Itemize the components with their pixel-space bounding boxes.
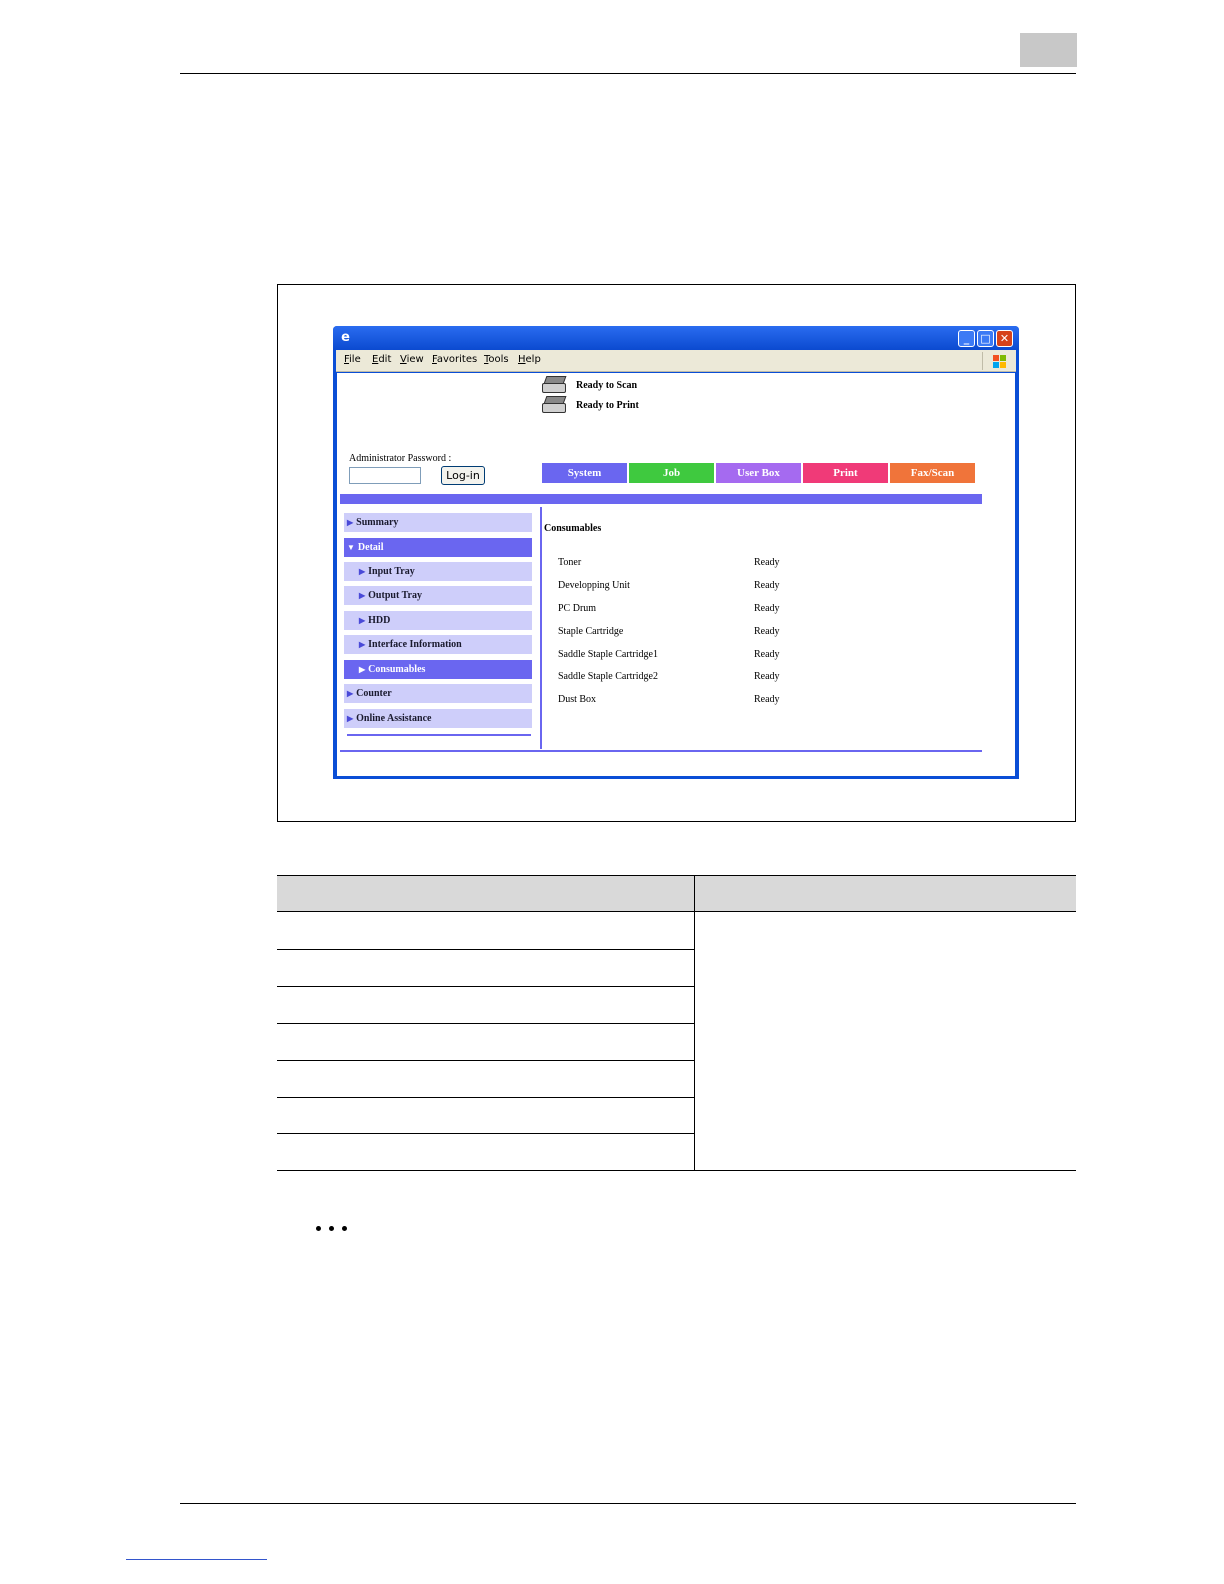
menu-help[interactable]: Help <box>518 354 541 365</box>
triangle-right-icon: ▶ <box>359 616 366 625</box>
triangle-down-icon: ▼ <box>347 543 355 552</box>
tab-system[interactable]: System <box>542 463 627 483</box>
login-button[interactable]: Log-in <box>441 466 485 485</box>
vertical-divider <box>540 507 542 749</box>
menu-edit[interactable]: Edit <box>372 354 391 365</box>
menu-tools[interactable]: Tools <box>484 354 509 365</box>
consumable-name: PC Drum <box>558 603 597 614</box>
consumable-name: Toner <box>558 557 582 568</box>
scan-status: Ready to Scan <box>542 376 637 394</box>
windows-logo-icon <box>982 352 1012 370</box>
nav-input-tray[interactable]: ▶ Input Tray <box>344 562 532 581</box>
nav-consumables[interactable]: ▶ Consumables <box>344 660 532 679</box>
triangle-right-icon: ▶ <box>347 689 354 698</box>
nav-summary[interactable]: ▶ Summary <box>344 513 532 532</box>
table-header <box>277 875 1076 912</box>
header-rule <box>180 73 1076 74</box>
nav-hdd-label: HDD <box>368 615 391 626</box>
nav-output-tray-label: Output Tray <box>368 590 422 601</box>
page-content: Ready to Scan Ready to Print Administrat… <box>337 373 1015 776</box>
scanner-icon <box>542 376 568 394</box>
nav-consumables-label: Consumables <box>368 664 426 675</box>
admin-password-input[interactable] <box>349 467 421 484</box>
triangle-right-icon: ▶ <box>347 714 354 723</box>
table-row-line <box>277 1133 695 1134</box>
triangle-right-icon: ▶ <box>359 567 366 576</box>
nav-input-tray-label: Input Tray <box>368 566 415 577</box>
close-button[interactable]: ✕ <box>996 330 1013 347</box>
nav-detail[interactable]: ▼ Detail <box>344 538 532 557</box>
consumable-name: Developping Unit <box>558 580 630 591</box>
tab-job[interactable]: Job <box>629 463 714 483</box>
consumable-status: Ready <box>754 694 780 705</box>
printer-icon <box>542 396 568 414</box>
note-dots-icon <box>316 1226 347 1231</box>
footer-link-underline <box>126 1559 267 1560</box>
consumable-name: Saddle Staple Cartridge2 <box>558 671 658 682</box>
menu-favorites[interactable]: Favorites <box>432 354 477 365</box>
consumable-name: Dust Box <box>558 694 597 705</box>
triangle-right-icon: ▶ <box>359 640 366 649</box>
tab-fax-scan[interactable]: Fax/Scan <box>890 463 975 483</box>
triangle-right-icon: ▶ <box>347 518 354 527</box>
scan-status-text: Ready to Scan <box>576 379 638 391</box>
chapter-tab <box>1020 33 1077 67</box>
nav-bottom-rule <box>347 734 531 736</box>
triangle-right-icon: ▶ <box>359 665 366 674</box>
table-row-line <box>277 1023 695 1024</box>
consumable-name: Staple Cartridge <box>558 626 624 637</box>
nav-summary-label: Summary <box>356 517 399 528</box>
tab-user-box[interactable]: User Box <box>716 463 801 483</box>
nav-counter-label: Counter <box>356 688 392 699</box>
maximize-button[interactable]: □ <box>977 330 994 347</box>
footer-rule <box>180 1503 1076 1504</box>
nav-interface-information[interactable]: ▶ Interface Information <box>344 635 532 654</box>
nav-online-label: Online Assistance <box>356 713 432 724</box>
title-bar[interactable]: e _ □ ✕ <box>333 326 1019 350</box>
menu-bar: File Edit View Favorites Tools Help <box>336 350 1016 372</box>
browser-window: e _ □ ✕ File Edit View Favorites Tools H… <box>333 326 1019 779</box>
print-status: Ready to Print <box>542 396 639 414</box>
minimize-button[interactable]: _ <box>958 330 975 347</box>
print-status-text: Ready to Print <box>576 399 639 411</box>
ie-icon: e <box>341 330 350 345</box>
nav-hdd[interactable]: ▶ HDD <box>344 611 532 630</box>
consumables-title: Consumables <box>544 523 602 534</box>
tab-bar: System Job User Box Print Fax/Scan <box>542 463 975 483</box>
nav-counter[interactable]: ▶ Counter <box>344 684 532 703</box>
consumable-status: Ready <box>754 649 780 660</box>
header-bar <box>340 494 982 504</box>
table-row-line <box>277 1060 695 1061</box>
table-row-line <box>277 986 695 987</box>
table-bottom-rule <box>277 1170 1076 1171</box>
consumable-status: Ready <box>754 557 780 568</box>
nav-detail-label: Detail <box>357 542 384 553</box>
tab-print[interactable]: Print <box>803 463 888 483</box>
consumable-status: Ready <box>754 580 780 591</box>
nav-online-assistance[interactable]: ▶ Online Assistance <box>344 709 532 728</box>
menu-file[interactable]: File <box>344 354 361 365</box>
menu-view[interactable]: View <box>400 354 424 365</box>
table-row-line <box>277 949 695 950</box>
consumable-status: Ready <box>754 603 780 614</box>
nav-output-tray[interactable]: ▶ Output Tray <box>344 586 532 605</box>
nav-interface-label: Interface Information <box>368 639 462 650</box>
bottom-divider <box>340 750 982 752</box>
consumable-status: Ready <box>754 671 780 682</box>
admin-password-label: Administrator Password : <box>349 453 452 464</box>
triangle-right-icon: ▶ <box>359 591 366 600</box>
consumable-status: Ready <box>754 626 780 637</box>
consumable-name: Saddle Staple Cartridge1 <box>558 649 658 660</box>
table-row-line <box>277 1097 695 1098</box>
